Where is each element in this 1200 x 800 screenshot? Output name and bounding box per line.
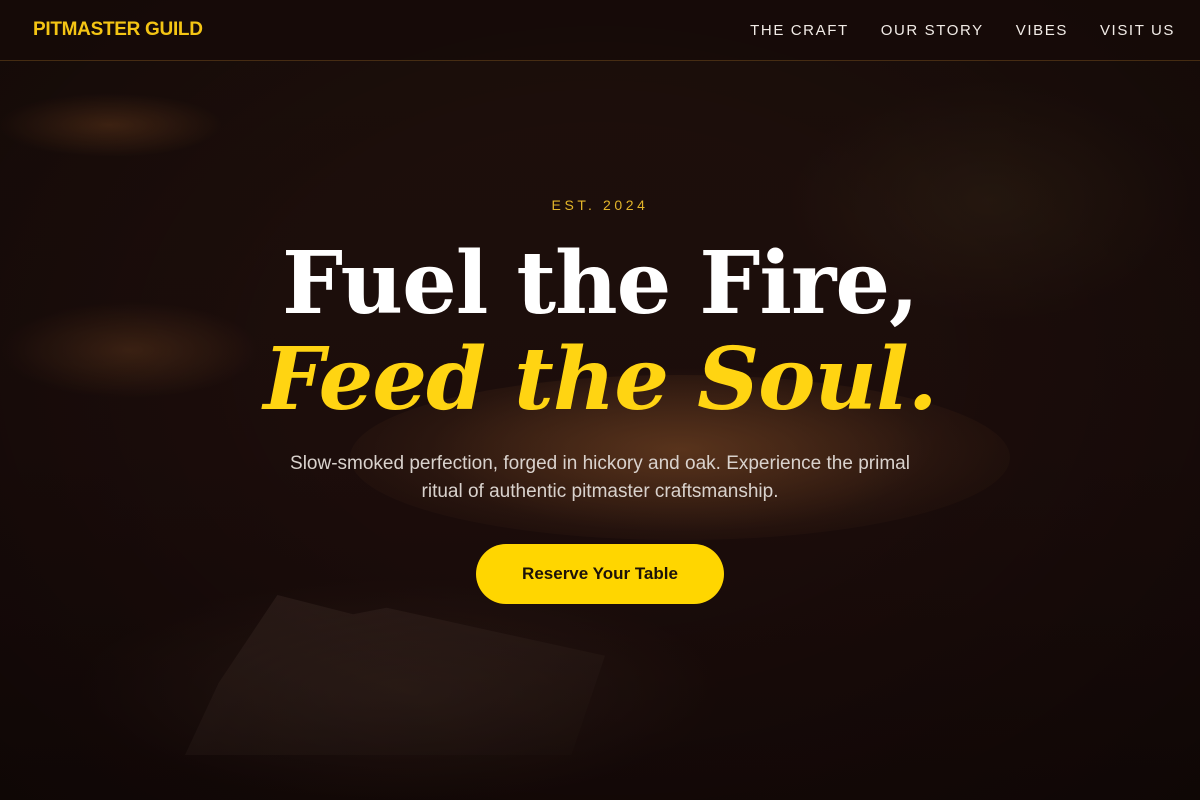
nav-link-our-story[interactable]: OUR STORY xyxy=(881,22,984,39)
hero-headline-line2: Feed the Soul. xyxy=(263,329,937,430)
nav-link-visit-us[interactable]: VISIT US xyxy=(1100,22,1175,39)
reserve-table-button[interactable]: Reserve Your Table xyxy=(476,544,724,604)
nav-link-vibes[interactable]: VIBES xyxy=(1016,22,1068,39)
nav-link-the-craft[interactable]: THE CRAFT xyxy=(750,22,849,39)
logo[interactable]: PITMASTER GUILD xyxy=(33,19,203,41)
hero-headline-line1: Fuel the Fire, xyxy=(282,233,919,334)
hero-section: EST. 2024 Fuel the Fire, Feed the Soul. … xyxy=(0,0,1200,800)
hero-subcopy: Slow-smoked perfection, forged in hickor… xyxy=(290,453,910,502)
hero-eyebrow: EST. 2024 xyxy=(551,197,649,213)
site-header: PITMASTER GUILD THE CRAFT OUR STORY VIBE… xyxy=(0,0,1200,61)
main-nav: THE CRAFT OUR STORY VIBES VISIT US xyxy=(750,22,1175,39)
